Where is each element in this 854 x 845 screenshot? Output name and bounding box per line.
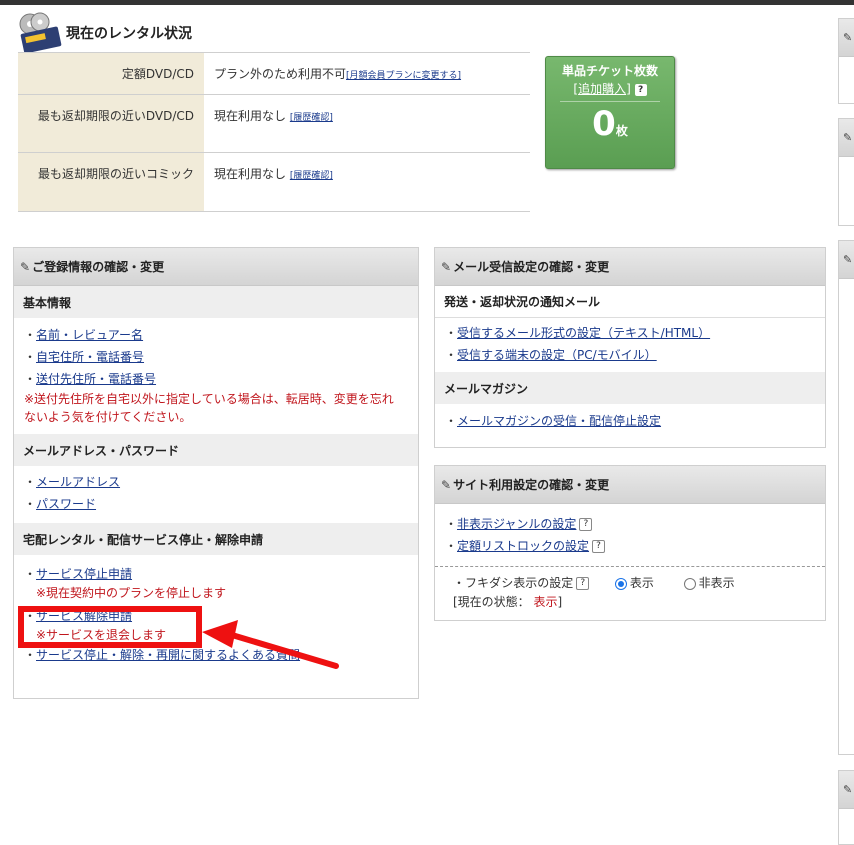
- service-stop-note: ※現在契約中のプランを停止します: [36, 586, 227, 600]
- basic-info-list: ・名前・レビュアー名 ・自宅住所・電話番号 ・送付先住所・電話番号 ※送付先住所…: [14, 318, 418, 432]
- ticket-add-row: [追加購入] ?: [546, 80, 674, 97]
- history-link-comic[interactable]: [履歴確認]: [290, 171, 333, 181]
- site-settings-panel-title: サイト利用設定の確認・変更: [453, 478, 610, 492]
- service-cancel-link[interactable]: サービス解除申請: [36, 609, 132, 623]
- radio-show[interactable]: [614, 577, 627, 590]
- partial-panel: ✎: [838, 770, 854, 845]
- rental-row-value-text: プラン外のため利用不可: [214, 67, 347, 81]
- pencil-icon: ✎: [441, 259, 452, 274]
- list-item: ・名前・レビュアー名: [24, 328, 144, 342]
- list-item: ・メールアドレス: [24, 475, 121, 489]
- list-item: ・メールマガジンの受信・配信停止設定: [445, 414, 662, 428]
- rental-row-label: 最も返却期限の近いコミック: [18, 153, 204, 211]
- ticket-count: 0: [592, 104, 616, 144]
- mail-magazine-list: ・メールマガジンの受信・配信停止設定: [435, 404, 825, 438]
- rental-row-value: プラン外のため利用不可[月額会員プランに変更する]: [204, 53, 530, 94]
- list-item: ・パスワード: [24, 497, 97, 511]
- mail-password-list: ・メールアドレス ・パスワード: [14, 466, 418, 523]
- pencil-icon: ✎: [839, 241, 854, 279]
- ticket-count-box: 単品チケット枚数 [追加購入] ? 0枚: [545, 56, 675, 169]
- registration-panel-header: ✎ ご登録情報の確認・変更: [14, 248, 418, 286]
- list-item: ・自宅住所・電話番号: [24, 350, 145, 364]
- fukidashi-setting: ・フキダシ表示の設定? 表示 非表示: [435, 567, 825, 593]
- shipping-address-note: ※送付先住所を自宅以外に指定している場合は、転居時、変更を忘れないよう気を付けて…: [24, 392, 394, 424]
- pencil-icon: ✎: [839, 19, 854, 57]
- status-prefix: [現在の状態：: [453, 595, 530, 609]
- help-icon[interactable]: ?: [634, 83, 647, 96]
- name-reviewer-link[interactable]: 名前・レビュアー名: [36, 328, 143, 342]
- mail-password-heading: メールアドレス・パスワード: [14, 434, 418, 466]
- radio-hide[interactable]: [683, 577, 696, 590]
- top-bar: [0, 0, 854, 5]
- help-icon[interactable]: ?: [576, 577, 590, 590]
- list-item: ・送付先住所・電話番号: [24, 372, 157, 386]
- rental-row-value-text: 現在利用なし: [214, 167, 287, 181]
- site-settings-list: ・非表示ジャンルの設定? ・定額リストロックの設定?: [435, 504, 825, 566]
- dvd-rental-icon: [19, 12, 62, 52]
- rental-row-fixed-dvd: 定額DVD/CD プラン外のため利用不可[月額会員プランに変更する]: [18, 53, 530, 95]
- email-address-link[interactable]: メールアドレス: [36, 475, 120, 489]
- radio-hide-label: 非表示: [698, 576, 735, 590]
- rental-row-label: 最も返却期限の近いDVD/CD: [18, 95, 204, 152]
- partial-panel: ✎: [838, 18, 854, 104]
- site-settings-panel: ✎ サイト利用設定の確認・変更 ・非表示ジャンルの設定? ・定額リストロックの設…: [434, 465, 826, 621]
- basic-info-heading: 基本情報: [14, 286, 418, 318]
- rental-row-value: 現在利用なし [履歴確認]: [204, 95, 530, 152]
- partial-panel: ✎: [838, 240, 854, 755]
- rental-status-header: 現在のレンタル状況: [18, 12, 318, 52]
- service-stop-link[interactable]: サービス停止申請: [36, 567, 132, 581]
- mail-settings-panel-header: ✎ メール受信設定の確認・変更: [435, 248, 825, 286]
- fukidashi-status: [現在の状態： 表示]: [435, 593, 825, 611]
- notify-mail-list: ・受信するメール形式の設定（テキスト/HTML） ・受信する端末の設定（PC/モ…: [435, 318, 825, 372]
- rental-status-table: 定額DVD/CD プラン外のため利用不可[月額会員プランに変更する] 最も返却期…: [18, 52, 530, 212]
- partial-panel: ✎: [838, 118, 854, 226]
- receiving-device-link[interactable]: 受信する端末の設定（PC/モバイル）: [457, 348, 657, 362]
- add-purchase-link[interactable]: 追加購入: [578, 82, 626, 96]
- history-link-dvd[interactable]: [履歴確認]: [290, 113, 333, 123]
- shipping-address-link[interactable]: 送付先住所・電話番号: [36, 372, 156, 386]
- ticket-unit: 枚: [615, 124, 628, 138]
- site-settings-panel-header: ✎ サイト利用設定の確認・変更: [435, 466, 825, 504]
- pencil-icon: ✎: [20, 259, 31, 274]
- hidden-genre-link[interactable]: 非表示ジャンルの設定: [457, 517, 576, 531]
- status-value: 表示: [533, 595, 558, 609]
- home-address-link[interactable]: 自宅住所・電話番号: [36, 350, 144, 364]
- list-item: ・受信するメール形式の設定（テキスト/HTML）: [445, 326, 711, 340]
- mail-magazine-link[interactable]: メールマガジンの受信・配信停止設定: [457, 414, 661, 428]
- list-item: ・サービス停止申請: [24, 567, 133, 581]
- list-item: ・定額リストロックの設定?: [445, 535, 825, 557]
- pencil-icon: ✎: [839, 771, 854, 809]
- rental-row-value-text: 現在利用なし: [214, 109, 287, 123]
- list-lock-link[interactable]: 定額リストロックの設定: [457, 539, 589, 553]
- bracket-close: ]: [626, 82, 631, 96]
- help-icon[interactable]: ?: [592, 540, 606, 553]
- pencil-icon: ✎: [839, 119, 854, 157]
- rental-row-value: 現在利用なし [履歴確認]: [204, 153, 530, 211]
- password-link[interactable]: パスワード: [36, 497, 96, 511]
- rental-row-label: 定額DVD/CD: [18, 53, 204, 94]
- rental-row-nearest-dvd: 最も返却期限の近いDVD/CD 現在利用なし [履歴確認]: [18, 95, 530, 153]
- list-item: ・受信する端末の設定（PC/モバイル）: [445, 348, 657, 362]
- status-suffix: ]: [557, 595, 563, 609]
- mail-settings-panel-title: メール受信設定の確認・変更: [453, 260, 610, 274]
- radio-show-label: 表示: [629, 576, 654, 590]
- help-icon[interactable]: ?: [579, 518, 593, 531]
- mail-magazine-heading: メールマガジン: [435, 372, 825, 404]
- rental-status-title: 現在のレンタル状況: [66, 26, 192, 42]
- change-plan-link[interactable]: [月額会員プランに変更する]: [346, 71, 461, 81]
- mail-settings-panel: ✎ メール受信設定の確認・変更 発送・返却状況の通知メール ・受信するメール形式…: [434, 247, 826, 448]
- red-arrow-annotation: [202, 620, 339, 669]
- ticket-title: 単品チケット枚数: [561, 64, 658, 78]
- registration-panel-title: ご登録情報の確認・変更: [32, 260, 165, 274]
- rental-row-nearest-comic: 最も返却期限の近いコミック 現在利用なし [履歴確認]: [18, 153, 530, 212]
- pencil-icon: ✎: [441, 477, 452, 492]
- list-item: ・非表示ジャンルの設定?: [445, 513, 825, 535]
- service-stop-heading: 宅配レンタル・配信サービス停止・解除申請: [14, 523, 418, 555]
- fukidashi-label: ・フキダシ表示の設定: [453, 576, 574, 590]
- notify-mail-heading: 発送・返却状況の通知メール: [435, 286, 825, 318]
- mail-format-link[interactable]: 受信するメール形式の設定（テキスト/HTML）: [457, 326, 710, 340]
- right-partial-column: ✎ ✎ ✎ ✎: [838, 0, 854, 845]
